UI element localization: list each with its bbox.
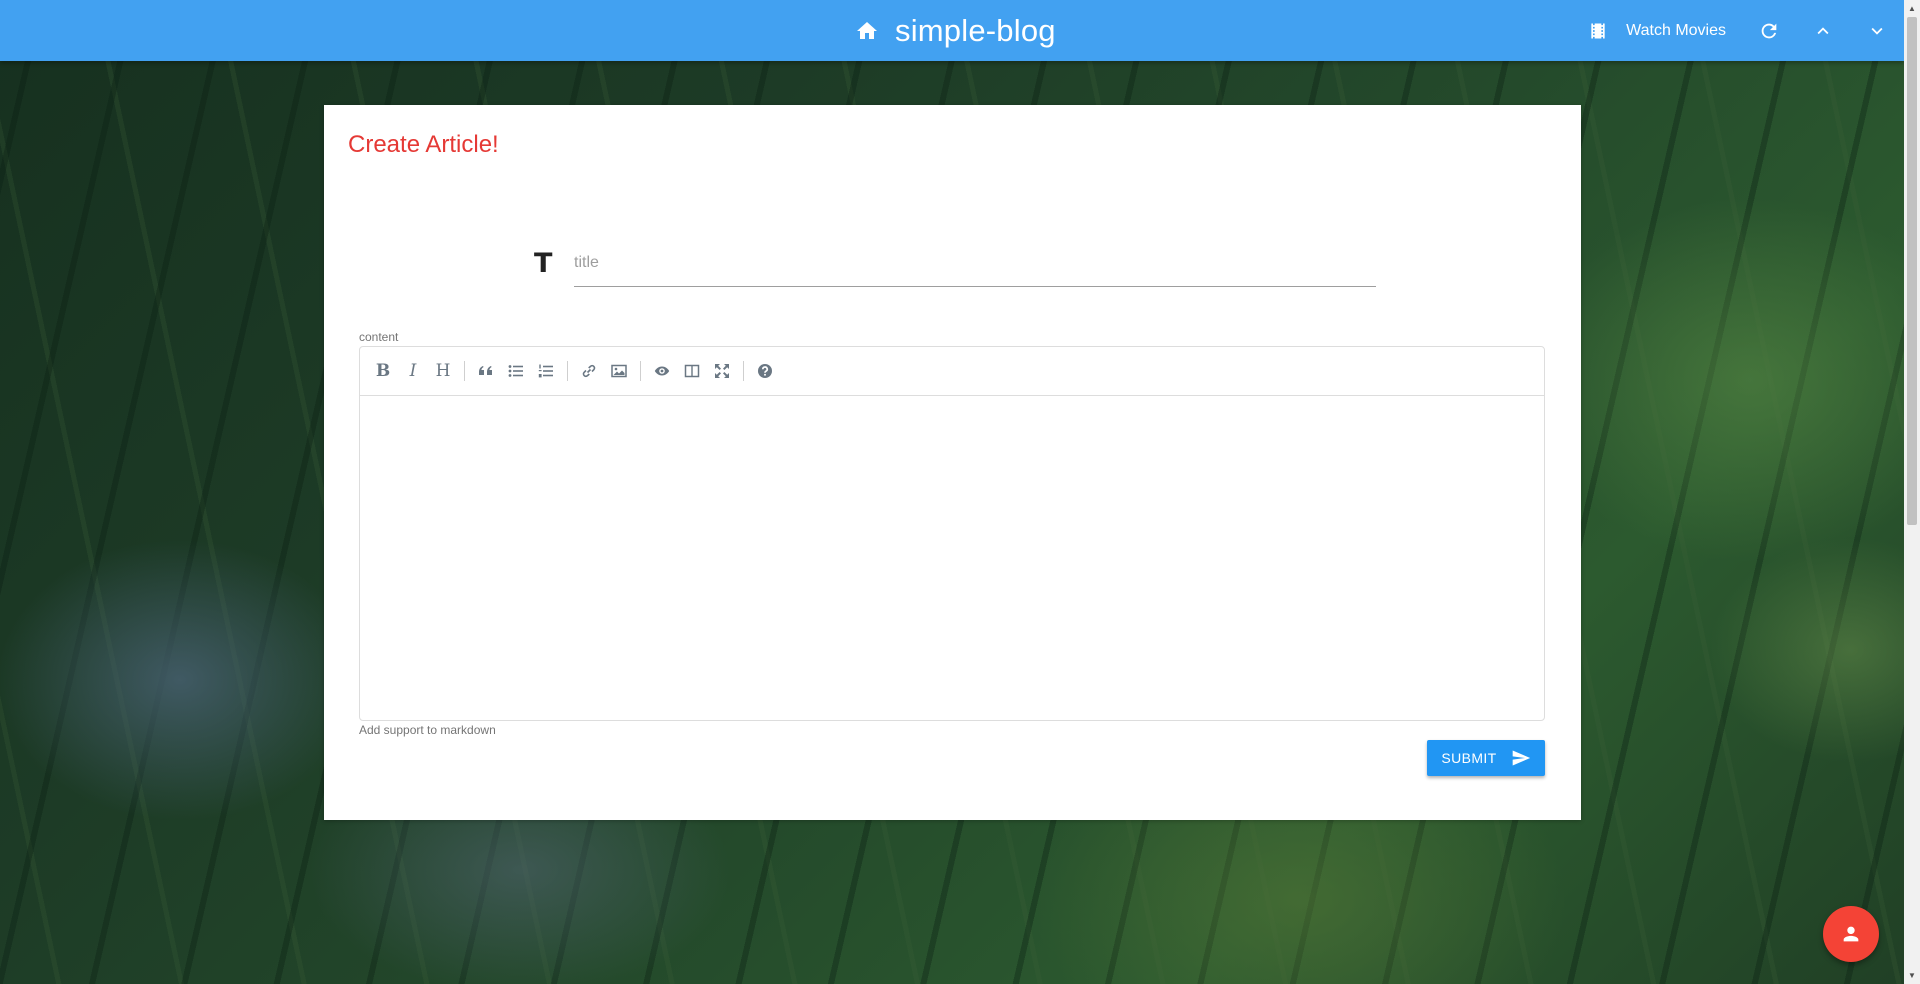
preview-button[interactable] bbox=[647, 356, 677, 386]
chevron-down-icon bbox=[1871, 27, 1883, 35]
send-icon bbox=[1512, 750, 1530, 766]
link-icon bbox=[582, 364, 596, 378]
toolbar-separator bbox=[743, 361, 744, 381]
eye-icon bbox=[654, 366, 670, 376]
film-icon bbox=[1591, 23, 1605, 38]
scroll-down-button[interactable] bbox=[1850, 0, 1904, 61]
refresh-icon bbox=[1761, 23, 1777, 38]
question-circle-icon bbox=[758, 364, 772, 378]
title-field-row: T bbox=[534, 240, 1376, 290]
home-icon bbox=[857, 21, 877, 39]
toolbar-separator bbox=[640, 361, 641, 381]
link-button[interactable] bbox=[574, 356, 604, 386]
bullet-list-icon bbox=[508, 365, 523, 377]
editor-toolbar: B I H bbox=[360, 347, 1544, 396]
bold-button[interactable]: B bbox=[368, 356, 398, 386]
app-title: simple-blog bbox=[895, 12, 1056, 48]
italic-button[interactable]: I bbox=[398, 356, 428, 386]
side-by-side-button[interactable] bbox=[677, 356, 707, 386]
heading-button[interactable]: H bbox=[428, 356, 458, 386]
scroll-up-arrow-icon[interactable]: ▲ bbox=[1904, 0, 1920, 17]
page-title: Create Article! bbox=[348, 131, 499, 158]
italic-icon: I bbox=[409, 361, 417, 381]
toolbar-separator bbox=[464, 361, 465, 381]
image-icon bbox=[611, 364, 627, 378]
quote-icon bbox=[479, 366, 492, 375]
columns-icon bbox=[684, 364, 700, 378]
chevron-up-icon bbox=[1817, 26, 1829, 34]
user-fab-button[interactable] bbox=[1823, 906, 1879, 962]
markdown-editor: B I H bbox=[359, 346, 1545, 721]
image-button[interactable] bbox=[604, 356, 634, 386]
watch-movies-label: Watch Movies bbox=[1626, 21, 1726, 39]
markdown-hint: Add support to markdown bbox=[359, 723, 496, 737]
app-bar: simple-blog Watch Movies bbox=[0, 0, 1904, 61]
top-actions: Watch Movies bbox=[1580, 0, 1904, 61]
quote-button[interactable] bbox=[471, 356, 501, 386]
refresh-button[interactable] bbox=[1742, 0, 1796, 61]
create-article-card: Create Article! T content B I H bbox=[324, 105, 1581, 820]
page-scrollbar[interactable]: ▲ ▼ bbox=[1904, 0, 1920, 984]
bold-icon: B bbox=[375, 361, 391, 381]
numbered-list-icon bbox=[538, 364, 553, 378]
person-icon bbox=[1843, 926, 1859, 942]
watch-movies-button[interactable]: Watch Movies bbox=[1580, 0, 1742, 61]
markdown-guide-button[interactable] bbox=[750, 356, 780, 386]
scrollbar-thumb[interactable] bbox=[1907, 17, 1917, 525]
heading-icon: H bbox=[435, 361, 451, 381]
ordered-list-button[interactable] bbox=[531, 356, 561, 386]
scroll-down-arrow-icon[interactable]: ▼ bbox=[1904, 967, 1920, 984]
unordered-list-button[interactable] bbox=[501, 356, 531, 386]
title-icon: T bbox=[534, 248, 553, 279]
brand[interactable]: simple-blog bbox=[855, 0, 1056, 61]
editor-text-area[interactable] bbox=[360, 395, 1544, 720]
submit-button[interactable]: SUBMIT bbox=[1427, 740, 1545, 776]
submit-label: SUBMIT bbox=[1441, 750, 1497, 766]
scroll-up-button[interactable] bbox=[1796, 0, 1850, 61]
content-label: content bbox=[359, 330, 399, 344]
fullscreen-button[interactable] bbox=[707, 356, 737, 386]
fullscreen-icon bbox=[715, 364, 729, 378]
toolbar-separator bbox=[567, 361, 568, 381]
title-input[interactable] bbox=[574, 240, 1376, 287]
